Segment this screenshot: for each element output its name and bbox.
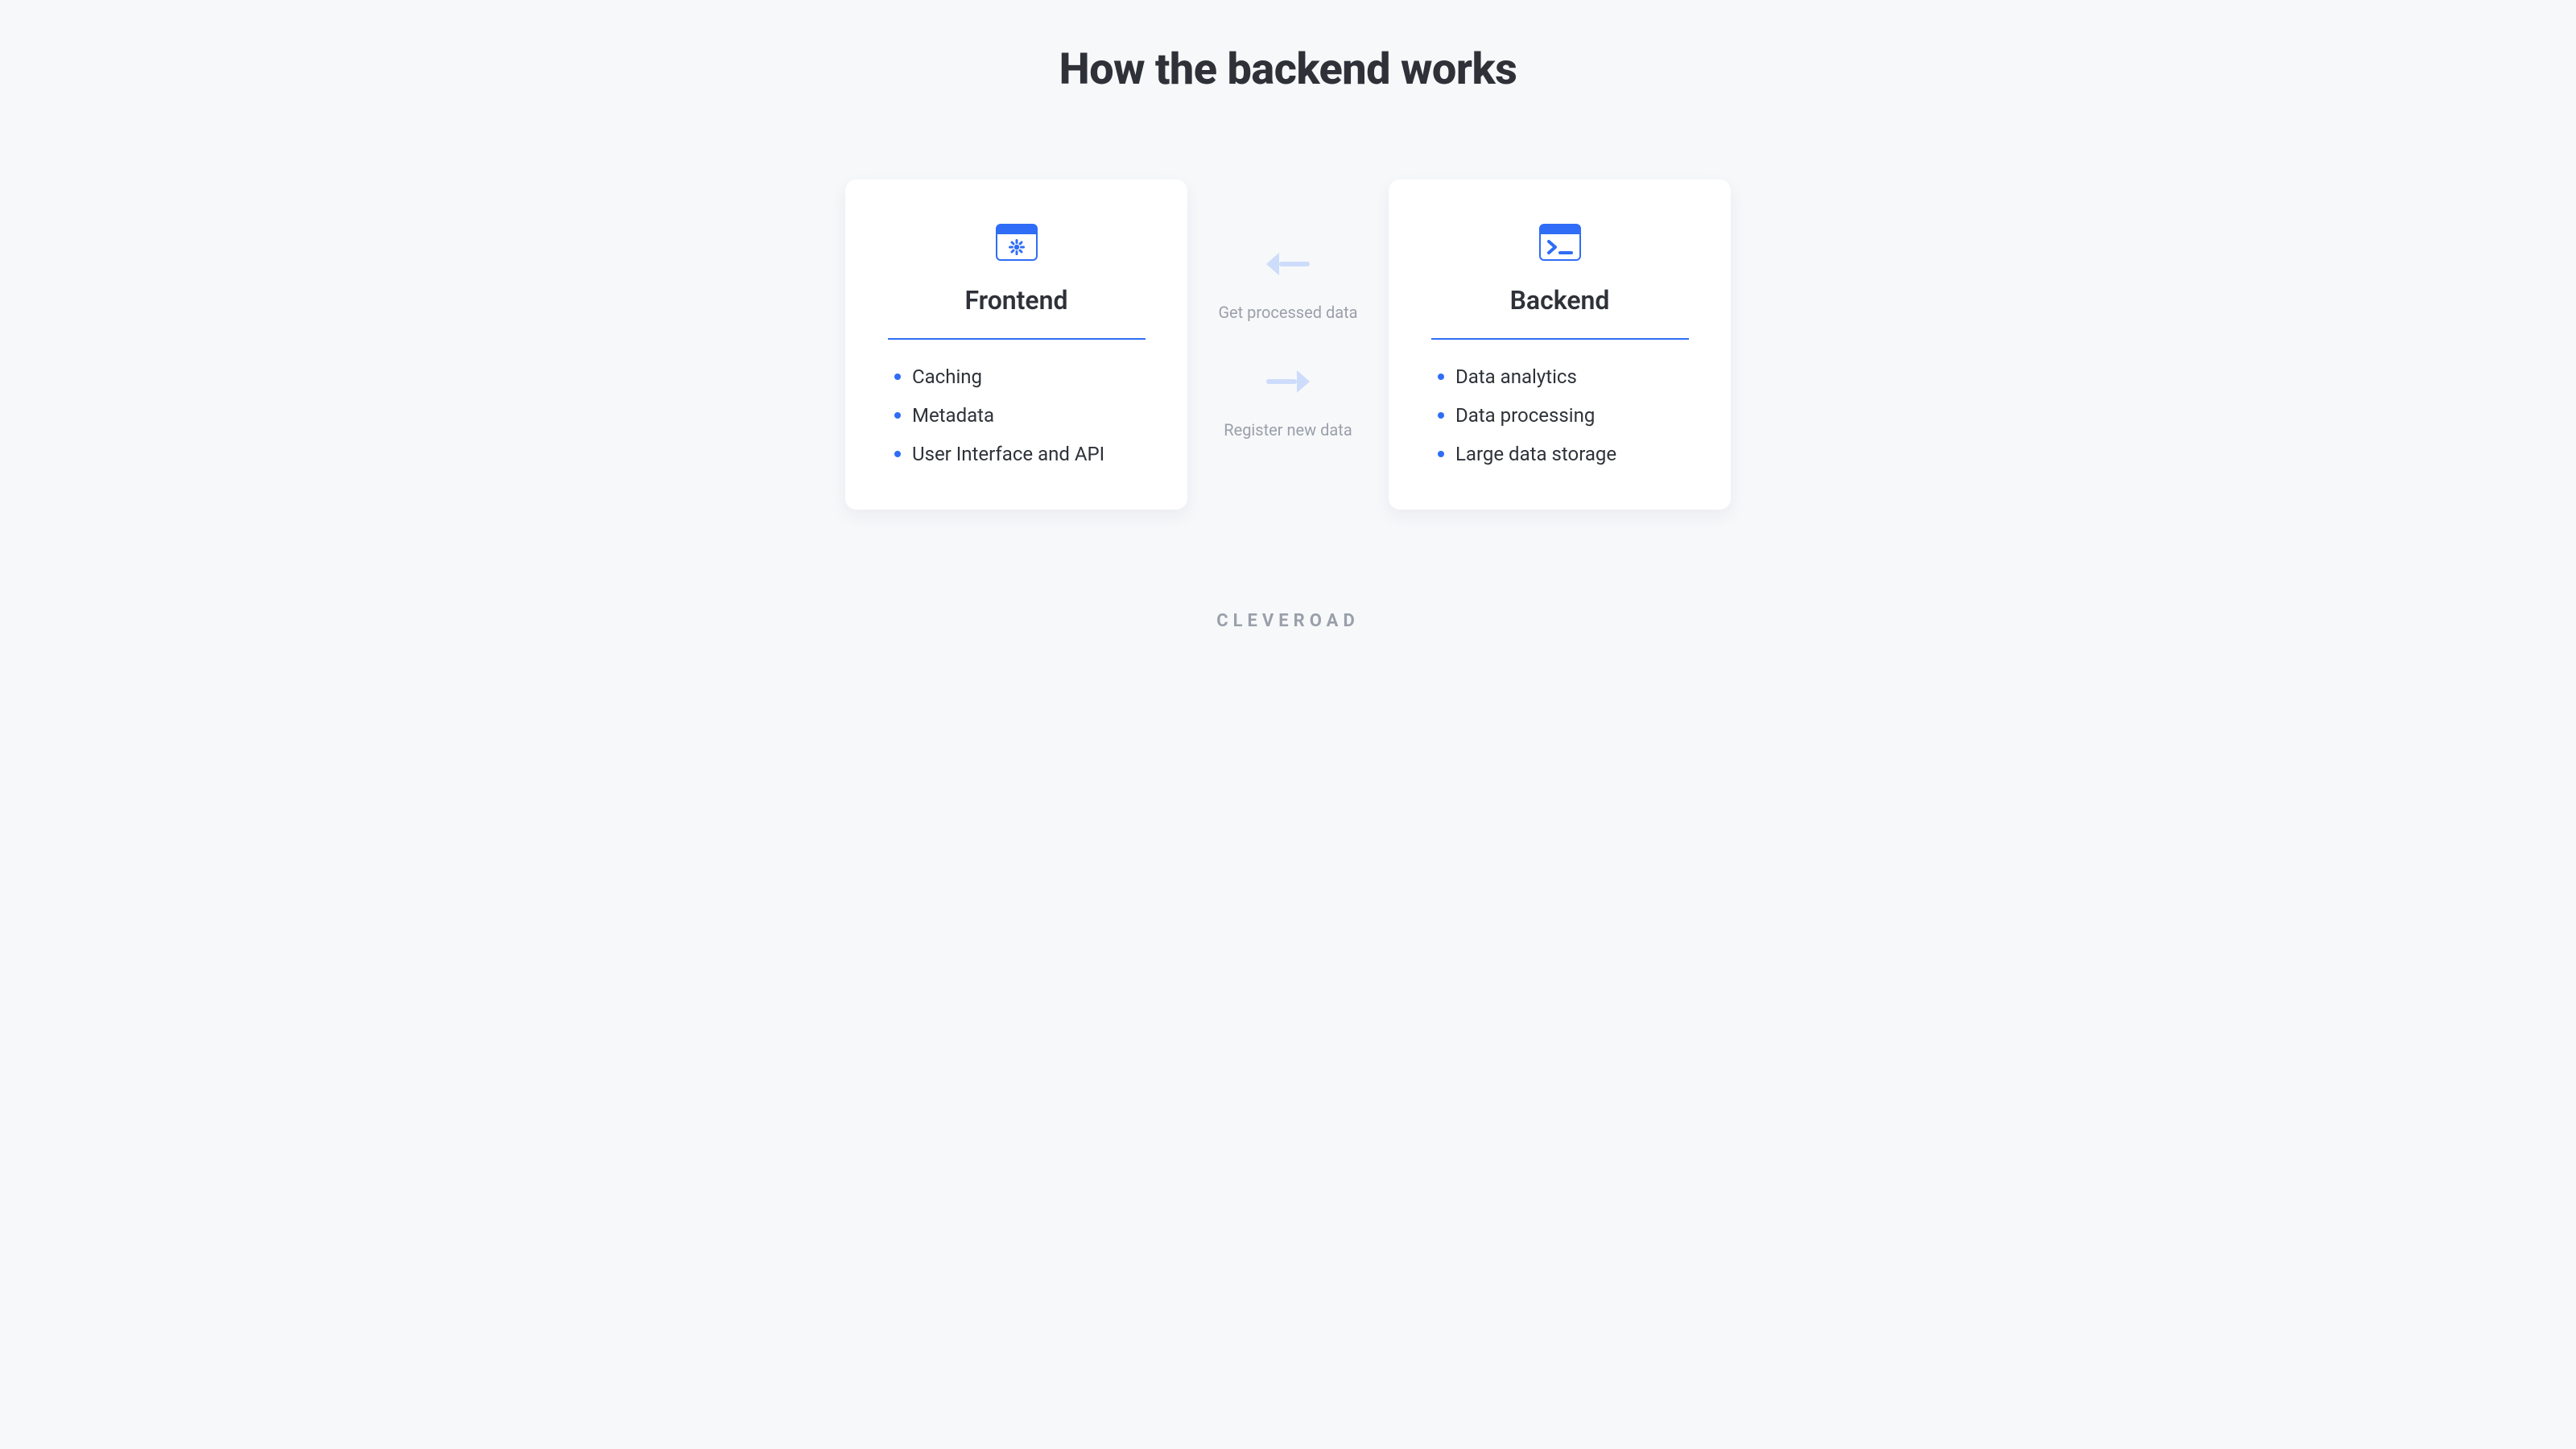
bullet-icon <box>1438 412 1444 419</box>
bullet-icon <box>1438 451 1444 457</box>
backend-list: Data analytics Data processing Large dat… <box>1438 365 1616 465</box>
frontend-divider <box>888 338 1146 340</box>
list-item: Large data storage <box>1438 443 1616 465</box>
settings-window-icon <box>996 224 1038 261</box>
frontend-card: Frontend Caching Metadata User Interface… <box>845 180 1187 510</box>
terminal-window-icon <box>1539 224 1581 261</box>
exchange-column: Get processed data Register new data <box>1187 180 1389 510</box>
bullet-icon <box>894 451 901 457</box>
bullet-icon <box>1438 374 1444 380</box>
bullet-icon <box>894 374 901 380</box>
list-item-label: Large data storage <box>1455 443 1616 465</box>
list-item-label: User Interface and API <box>912 443 1104 465</box>
backend-divider <box>1431 338 1689 340</box>
frontend-heading: Frontend <box>964 285 1067 316</box>
list-item: Data processing <box>1438 404 1616 427</box>
backend-heading: Backend <box>1510 285 1610 316</box>
exchange-label-to-frontend: Get processed data <box>1218 303 1357 322</box>
backend-card: Backend Data analytics Data processing L… <box>1389 180 1731 510</box>
list-item: Metadata <box>894 404 1104 427</box>
list-item-label: Caching <box>912 365 982 388</box>
page-title: How the backend works <box>1059 44 1517 95</box>
arrow-right-icon <box>1263 367 1313 396</box>
list-item-label: Metadata <box>912 404 994 427</box>
exchange-to-backend: Register new data <box>1224 367 1352 440</box>
exchange-to-frontend: Get processed data <box>1218 250 1357 322</box>
diagram-row: Frontend Caching Metadata User Interface… <box>702 180 1874 510</box>
list-item: User Interface and API <box>894 443 1104 465</box>
frontend-list: Caching Metadata User Interface and API <box>894 365 1104 465</box>
arrow-left-icon <box>1263 250 1313 279</box>
list-item-label: Data analytics <box>1455 365 1577 388</box>
list-item-label: Data processing <box>1455 404 1595 427</box>
diagram-stage: How the backend works <box>702 0 1874 657</box>
bullet-icon <box>894 412 901 419</box>
list-item: Caching <box>894 365 1104 388</box>
list-item: Data analytics <box>1438 365 1616 388</box>
exchange-label-to-backend: Register new data <box>1224 420 1352 440</box>
brand-wordmark: CLEVEROAD <box>702 611 1874 631</box>
